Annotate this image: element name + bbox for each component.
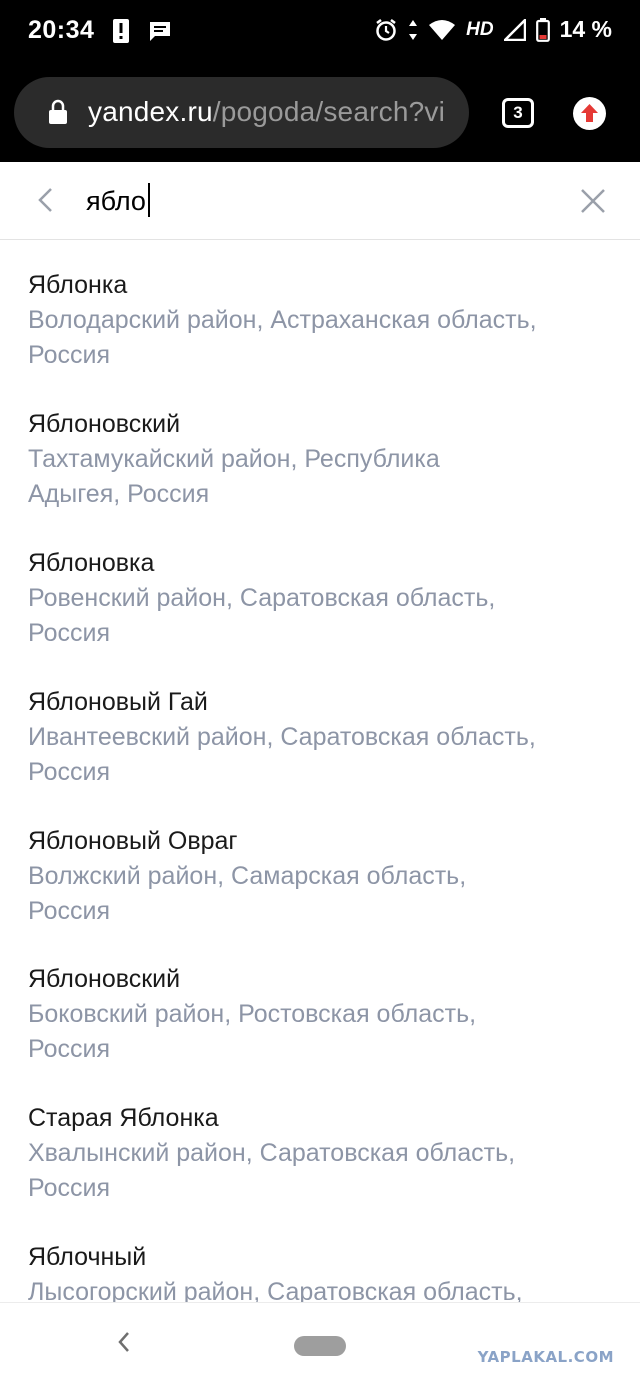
data-arrows-icon	[409, 19, 418, 40]
battery-icon	[535, 17, 550, 42]
result-item[interactable]: Яблоновский Тахтамукайский район, Респуб…	[28, 407, 628, 512]
address-bar[interactable]: yandex.ru/pogoda/search?vi	[14, 77, 469, 148]
result-name: Старая Яблонка	[28, 1104, 219, 1132]
result-name: Яблоновский	[28, 410, 181, 438]
result-name: Яблоновка	[28, 549, 155, 577]
result-item[interactable]: Яблоновка Ровенский район, Саратовская о…	[28, 546, 628, 651]
system-nav-bar: YAPLAKAL.COM	[0, 1302, 640, 1387]
result-item[interactable]: Старая Яблонка Хвалынский район, Саратов…	[28, 1101, 628, 1206]
search-input[interactable]	[86, 182, 546, 220]
result-item[interactable]: Яблоновский Боковский район, Ростовская …	[28, 962, 628, 1067]
result-region: Володарский район, Астраханская область,	[28, 306, 537, 334]
result-region: Ровенский район, Саратовская область,	[28, 584, 496, 612]
status-right: HD 14 %	[374, 16, 612, 43]
result-item[interactable]: Яблоновый Овраг Волжский район, Самарска…	[28, 824, 628, 929]
result-name: Яблоновый Овраг	[28, 827, 238, 855]
result-region: Тахтамукайский район, Республика	[28, 445, 440, 473]
alarm-icon	[376, 18, 396, 41]
search-header	[0, 162, 640, 240]
result-region-country: Россия	[28, 1174, 110, 1202]
url-text: yandex.ru/pogoda/search?vi	[88, 96, 445, 128]
watermark: YAPLAKAL.COM	[477, 1348, 614, 1366]
alert-notification-icon	[113, 19, 129, 43]
result-name: Яблоновый Гай	[28, 688, 208, 716]
result-region-country: Адыгея, Россия	[28, 480, 210, 508]
result-region: Ивантеевский район, Саратовская область,	[28, 723, 536, 751]
browser-toolbar: yandex.ru/pogoda/search?vi 3	[0, 64, 640, 162]
nav-back-icon[interactable]	[112, 1327, 136, 1357]
result-region: Хвалынский район, Саратовская область,	[28, 1139, 516, 1167]
url-host: yandex.ru	[88, 96, 213, 127]
result-item[interactable]: Яблонка Володарский район, Астраханская …	[28, 268, 628, 373]
result-region: Волжский район, Самарская область,	[28, 862, 467, 890]
clear-icon[interactable]	[578, 186, 608, 216]
search-results: Яблонка Володарский район, Астраханская …	[0, 240, 640, 1302]
result-item[interactable]: Яблочный Лысогорский район, Саратовская …	[28, 1240, 628, 1302]
result-region: Лысогорский район, Саратовская область,	[28, 1278, 523, 1302]
update-arrow-icon	[581, 104, 598, 122]
result-region-country: Россия	[28, 897, 110, 925]
update-button[interactable]	[573, 97, 606, 130]
result-region-country: Россия	[28, 758, 110, 786]
result-region-country: Россия	[28, 1035, 110, 1063]
notification-icons	[112, 18, 172, 44]
battery-percent: 14 %	[559, 16, 612, 42]
wifi-icon	[429, 19, 456, 40]
result-region: Боковский район, Ростовская область,	[28, 1000, 477, 1028]
text-cursor	[148, 183, 150, 217]
network-type: HD	[466, 18, 494, 40]
lock-icon	[49, 99, 67, 124]
status-time: 20:34	[28, 16, 95, 44]
result-item[interactable]: Яблоновый Гай Ивантеевский район, Сарато…	[28, 685, 628, 790]
status-bar: 20:34 HD 14 %	[0, 0, 640, 64]
result-name: Яблоновский	[28, 965, 181, 993]
back-arrow-icon[interactable]	[30, 184, 62, 216]
nav-home-pill[interactable]	[294, 1336, 346, 1356]
message-notification-icon	[150, 22, 170, 41]
result-name: Яблонка	[28, 271, 128, 299]
result-region-country: Россия	[28, 341, 110, 369]
url-path: /pogoda/search?vi	[212, 96, 445, 127]
tabs-button[interactable]: 3	[502, 98, 534, 128]
result-region-country: Россия	[28, 619, 110, 647]
result-name: Яблочный	[28, 1243, 147, 1271]
cell-signal-icon	[503, 18, 526, 41]
